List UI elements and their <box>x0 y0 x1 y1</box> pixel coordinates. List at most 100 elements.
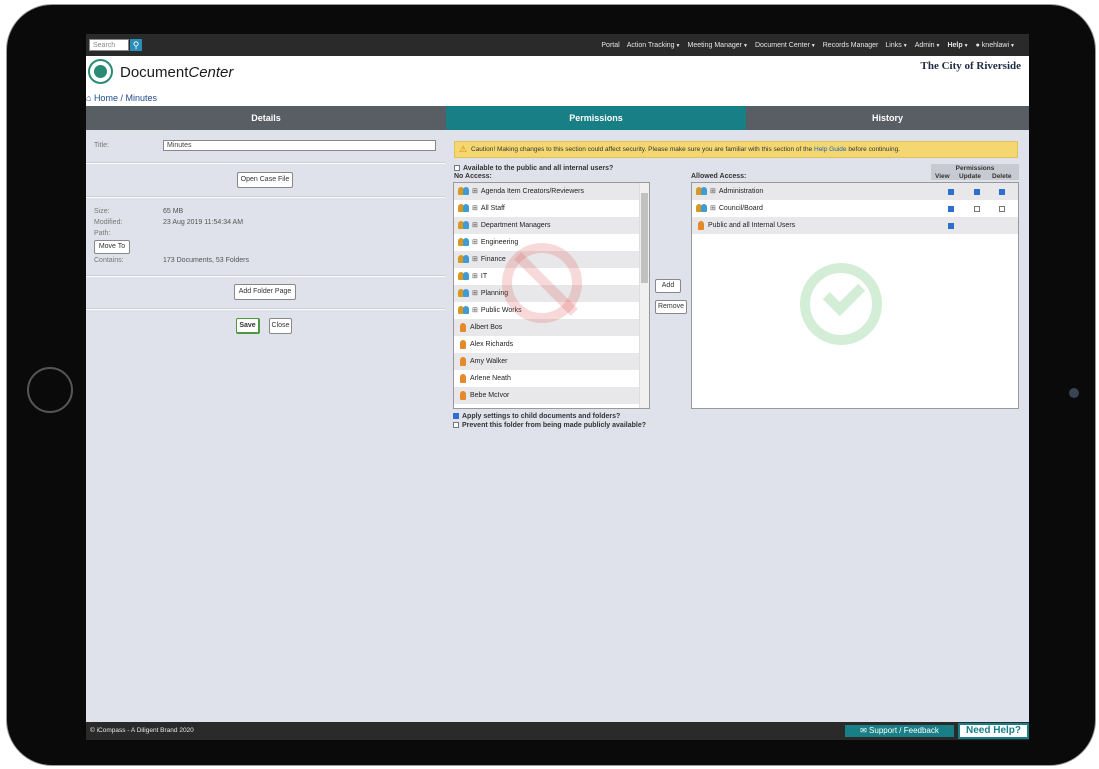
apply-child-checkbox[interactable] <box>453 413 459 420</box>
expand-icon[interactable]: ⊞ <box>472 285 478 302</box>
nav-admin[interactable]: Admin▼ <box>915 42 941 49</box>
no-access-item[interactable]: ⊞ Department Managers <box>454 217 649 234</box>
view-checkbox[interactable] <box>948 223 954 229</box>
support-feedback-button[interactable]: ✉ Support / Feedback <box>845 725 954 737</box>
item-label: Administration <box>718 188 764 195</box>
update-checkbox[interactable] <box>974 189 980 195</box>
delete-checkbox[interactable] <box>999 206 1005 212</box>
add-button[interactable]: Add <box>655 279 681 293</box>
group-icon <box>458 272 469 281</box>
view-checkbox[interactable] <box>948 206 954 212</box>
search-icon[interactable]: ⚲ <box>130 39 142 51</box>
app-screen: Search ⚲ Portal Action Tracking▼ Meeting… <box>86 34 1029 740</box>
expand-icon[interactable]: ⊞ <box>472 234 478 251</box>
prevent-public-checkbox[interactable] <box>453 422 459 429</box>
open-case-file-button[interactable]: Open Case File <box>237 172 293 188</box>
close-button[interactable]: Close <box>269 318 292 334</box>
no-access-item[interactable]: Albert Bos <box>454 319 649 336</box>
expand-icon[interactable]: ⊞ <box>472 268 478 285</box>
expand-icon[interactable]: ⊞ <box>472 183 478 200</box>
mail-icon: ✉ <box>860 726 870 735</box>
item-label: Engineering <box>480 239 519 246</box>
no-access-list[interactable]: ⊞ Agenda Item Creators/Reviewers ⊞ All Staf… <box>453 182 650 409</box>
nav-label: Document Center <box>754 41 810 49</box>
tab-history[interactable]: History <box>746 106 1029 130</box>
expand-icon[interactable]: ⊞ <box>472 251 478 268</box>
item-label: Albert Bos <box>470 324 503 331</box>
col-delete: Delete <box>992 173 1012 180</box>
help-guide-link[interactable]: Help Guide <box>814 146 847 153</box>
caret-down-icon: ▼ <box>935 42 941 49</box>
no-access-item[interactable]: Arlene Neath <box>454 370 649 387</box>
allowed-access-item[interactable]: ⊞ Administration <box>692 183 1018 200</box>
add-folder-page-button[interactable]: Add Folder Page <box>234 284 296 300</box>
need-help-button[interactable]: Need Help? <box>958 723 1029 739</box>
allowed-access-watermark-icon <box>800 263 882 345</box>
no-access-item[interactable]: ⊞ Planning <box>454 285 649 302</box>
available-public-option[interactable]: Available to the public and all internal… <box>454 165 613 172</box>
expand-icon[interactable]: ⊞ <box>710 183 716 200</box>
group-icon <box>458 289 469 298</box>
copyright: © iCompass - A Diligent Brand 2020 <box>90 727 194 734</box>
nav-portal[interactable]: Portal <box>601 42 619 49</box>
item-label: Agenda Item Creators/Reviewers <box>480 188 584 195</box>
expand-icon[interactable]: ⊞ <box>472 217 478 234</box>
size-label: Size: <box>94 208 110 215</box>
no-access-heading: No Access: <box>454 173 492 180</box>
apply-child-option[interactable]: Apply settings to child documents and fo… <box>453 413 620 420</box>
group-icon <box>458 255 469 264</box>
view-checkbox[interactable] <box>948 189 954 195</box>
footer: © iCompass - A Diligent Brand 2020 ✉ Sup… <box>86 722 1029 740</box>
item-label: Bebe McIvor <box>470 392 510 399</box>
remove-button[interactable]: Remove <box>655 300 687 314</box>
title-input[interactable]: Minutes <box>163 140 436 151</box>
permissions-header: Permissions View Update Delete <box>931 164 1019 180</box>
allowed-access-heading: Allowed Access: <box>691 173 747 180</box>
no-access-item[interactable]: ⊞ Public Works <box>454 302 649 319</box>
item-label: Alex Richards <box>470 341 514 348</box>
home-button[interactable] <box>27 367 73 413</box>
breadcrumb[interactable]: ⌂ Home / Minutes <box>86 93 157 103</box>
no-access-item[interactable]: Amy Walker <box>454 353 649 370</box>
nav-links[interactable]: Links▼ <box>885 42 907 49</box>
nav-document-center[interactable]: Document Center▼ <box>755 42 816 49</box>
scrollbar[interactable] <box>639 183 649 408</box>
delete-checkbox[interactable] <box>999 189 1005 195</box>
expand-icon[interactable]: ⊞ <box>472 302 478 319</box>
divider <box>86 308 445 310</box>
prevent-public-option[interactable]: Prevent this folder from being made publ… <box>453 422 646 429</box>
nav-user-menu[interactable]: ● knehlawi▼ <box>976 42 1015 49</box>
move-to-button[interactable]: Move To <box>94 240 130 254</box>
allowed-access-item[interactable]: Public and all Internal Users <box>692 217 1018 234</box>
scrollbar-thumb[interactable] <box>641 193 648 283</box>
home-icon: ⌂ <box>86 93 94 103</box>
save-button[interactable]: Save <box>236 318 260 334</box>
allowed-access-item[interactable]: ⊞ Council/Board <box>692 200 1018 217</box>
tab-details[interactable]: Details <box>86 106 446 130</box>
nav-meeting-manager[interactable]: Meeting Manager▼ <box>688 42 748 49</box>
tab-permissions[interactable]: Permissions <box>446 106 746 130</box>
no-access-item[interactable]: ⊞ All Staff <box>454 200 649 217</box>
no-access-item[interactable]: ⊞ Engineering <box>454 234 649 251</box>
size-value: 65 MB <box>163 208 184 215</box>
expand-icon[interactable]: ⊞ <box>710 200 716 217</box>
allowed-access-list[interactable]: ⊞ Administration ⊞ Council/Board Public and … <box>691 182 1019 409</box>
user-icon <box>460 373 466 383</box>
update-checkbox[interactable] <box>974 206 980 212</box>
item-label: Council/Board <box>718 205 763 212</box>
user-icon <box>460 322 466 332</box>
no-access-item[interactable]: ⊞ IT <box>454 268 649 285</box>
no-access-item[interactable]: Bebe McIvor <box>454 387 649 404</box>
expand-icon[interactable]: ⊞ <box>472 200 478 217</box>
nav-action-tracking[interactable]: Action Tracking▼ <box>627 42 681 49</box>
available-public-checkbox[interactable] <box>454 165 460 172</box>
no-access-item[interactable]: ⊞ Finance <box>454 251 649 268</box>
no-access-item[interactable]: Alex Richards <box>454 336 649 353</box>
nav-records-manager[interactable]: Records Manager <box>823 42 879 49</box>
nav-help[interactable]: Help▼ <box>947 42 968 49</box>
user-icon <box>460 390 466 400</box>
caret-down-icon: ▼ <box>1010 42 1015 49</box>
no-access-item[interactable]: ⊞ Agenda Item Creators/Reviewers <box>454 183 649 200</box>
search-input[interactable]: Search <box>89 39 129 51</box>
title-label: Title: <box>94 142 109 149</box>
